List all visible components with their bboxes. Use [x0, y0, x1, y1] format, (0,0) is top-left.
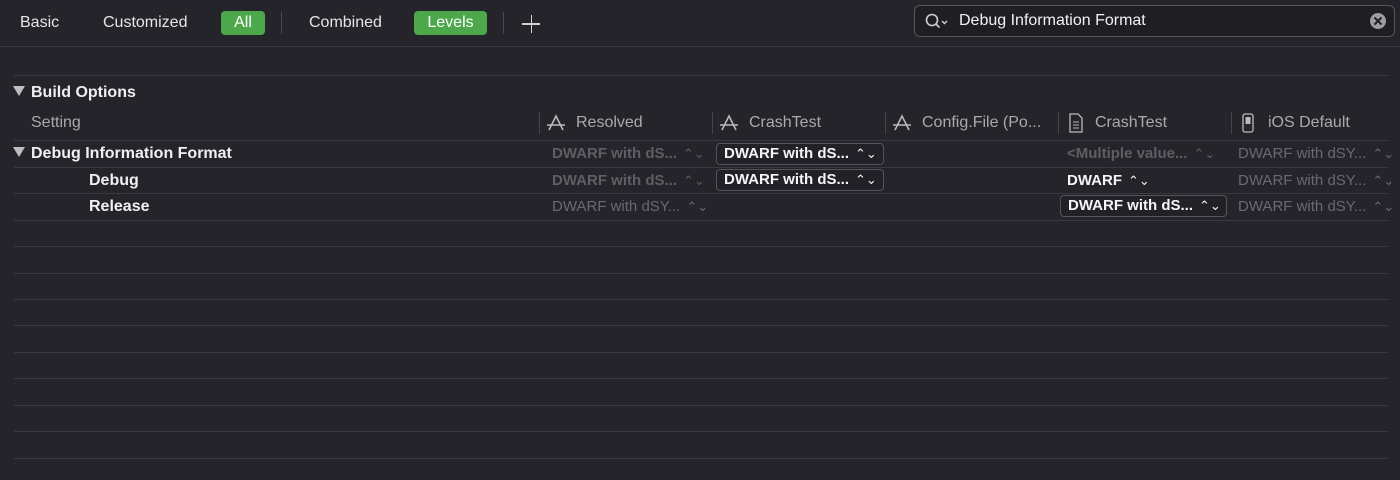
column-header-resolved[interactable]: Resolved — [576, 113, 643, 133]
stepper-icon: ⌃⌄ — [1193, 146, 1216, 161]
grid-line — [14, 352, 1388, 353]
clear-icon[interactable] — [1370, 13, 1386, 29]
view-combined-button[interactable]: Combined — [309, 11, 382, 35]
grid-line — [14, 167, 1388, 168]
project-value[interactable]: <Multiple value... ⌃⌄ — [1067, 143, 1215, 165]
grid-line — [14, 193, 1388, 194]
stepper-icon: ⌃⌄ — [683, 173, 705, 188]
filter-customized-button[interactable]: Customized — [103, 11, 187, 35]
grid-line — [14, 220, 1388, 221]
ios-default-value: DWARF with dSY... ⌃⌄ — [1238, 198, 1395, 215]
stepper-icon: ⌃⌄ — [1372, 199, 1395, 214]
stepper-icon: ⌃⌄ — [1199, 198, 1221, 213]
target-icon — [547, 114, 565, 131]
stepper-icon: ⌃⌄ — [683, 146, 705, 161]
filter-basic-button[interactable]: Basic — [20, 11, 59, 35]
grid-line — [14, 299, 1388, 300]
grid-line — [14, 378, 1388, 379]
search-field[interactable] — [914, 5, 1395, 37]
section-title: Build Options — [31, 84, 136, 101]
target-icon — [893, 114, 911, 131]
stepper-icon: ⌃⌄ — [1128, 173, 1150, 188]
ios-device-icon — [1242, 113, 1254, 133]
grid-line — [14, 246, 1388, 247]
grid-line — [14, 273, 1388, 274]
search-input[interactable] — [959, 6, 1359, 36]
grid-line — [14, 75, 1388, 76]
column-divider — [539, 112, 540, 134]
filter-all-button[interactable]: All — [221, 11, 265, 35]
resolved-value: DWARF with dS... ⌃⌄ — [552, 172, 705, 189]
grid-line — [14, 325, 1388, 326]
project-file-icon — [1069, 113, 1083, 133]
toolbar-divider — [503, 12, 504, 34]
resolved-value: DWARF with dSY... ⌃⌄ — [552, 198, 709, 215]
plus-icon[interactable] — [520, 10, 542, 36]
grid-line — [14, 431, 1388, 432]
stepper-icon: ⌃⌄ — [855, 146, 877, 161]
stepper-icon: ⌃⌄ — [1372, 173, 1395, 188]
toolbar-bottom-border — [0, 46, 1400, 47]
ios-default-value: DWARF with dSY... ⌃⌄ — [1238, 145, 1395, 162]
disclosure-triangle-icon[interactable] — [13, 147, 25, 157]
column-divider — [1231, 112, 1232, 134]
grid-line — [14, 458, 1388, 459]
stepper-icon: ⌃⌄ — [1372, 146, 1395, 161]
column-header-ios-default[interactable]: iOS Default — [1268, 113, 1350, 133]
section-build-options[interactable]: Build Options — [13, 84, 136, 102]
column-divider — [1058, 112, 1059, 134]
toolbar-divider — [281, 12, 282, 34]
stepper-icon: ⌃⌄ — [686, 199, 709, 214]
view-levels-button[interactable]: Levels — [414, 11, 487, 35]
filter-toolbar: Basic Customized All Combined Levels — [0, 0, 1400, 46]
search-icon[interactable] — [925, 13, 949, 31]
grid-line — [14, 405, 1388, 406]
target-value-popup[interactable]: DWARF with dS... ⌃⌄ — [716, 143, 884, 165]
grid-line — [14, 140, 1388, 141]
resolved-value: DWARF with dS... ⌃⌄ — [552, 145, 705, 162]
setting-row-release[interactable]: Release — [89, 196, 150, 218]
column-header-project[interactable]: CrashTest — [1095, 113, 1167, 133]
target-value-popup[interactable]: DWARF with dS... ⌃⌄ — [716, 169, 884, 191]
setting-row-debug[interactable]: Debug — [89, 170, 139, 192]
disclosure-triangle-icon[interactable] — [13, 86, 25, 96]
project-value-popup[interactable]: DWARF ⌃⌄ — [1067, 170, 1150, 192]
setting-row-debug-information-format[interactable]: Debug Information Format — [13, 143, 232, 165]
column-header-config-file[interactable]: Config.File (Po... — [922, 113, 1041, 133]
ios-default-value: DWARF with dSY... ⌃⌄ — [1238, 172, 1395, 189]
column-header-setting[interactable]: Setting — [31, 113, 81, 133]
project-value-popup[interactable]: DWARF with dS... ⌃⌄ — [1060, 195, 1227, 217]
setting-name: Debug Information Format — [31, 145, 232, 162]
column-divider — [712, 112, 713, 134]
column-divider — [885, 112, 886, 134]
column-header-target[interactable]: CrashTest — [749, 113, 821, 133]
stepper-icon: ⌃⌄ — [855, 172, 877, 187]
target-icon — [720, 114, 738, 131]
